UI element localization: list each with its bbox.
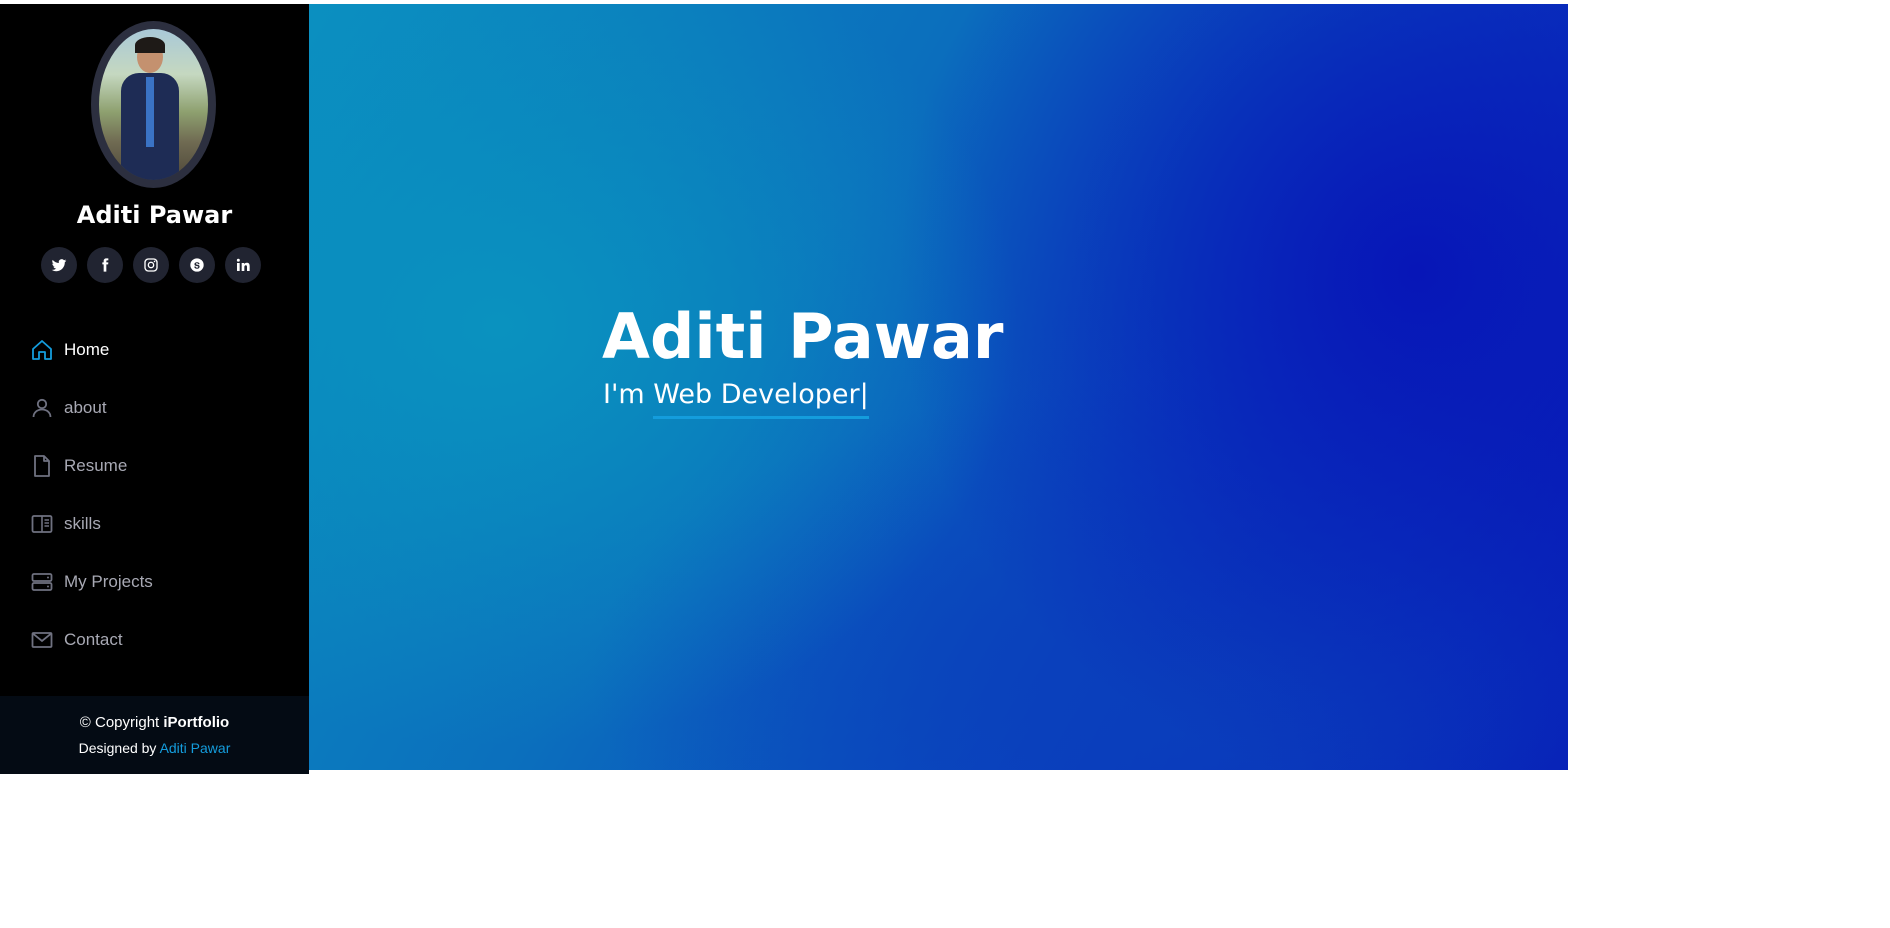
hero-typed-text: Web Developer| — [653, 379, 869, 419]
copyright-text: © Copyright — [79, 714, 160, 731]
nav-label: about — [64, 398, 107, 417]
sidebar-nav: Home about Resume skills My Projects Con… — [30, 321, 153, 669]
nav-item-home[interactable]: Home — [30, 321, 153, 379]
home-icon — [32, 340, 52, 360]
hero-title: Aditi Pawar — [602, 300, 1004, 373]
skype-icon — [190, 258, 204, 272]
linkedin-icon — [236, 258, 250, 271]
profile-photo — [99, 29, 208, 180]
server-icon — [31, 573, 53, 591]
copyright-line: © Copyright iPortfolio — [0, 714, 309, 731]
credits-line: Designed by Aditi Pawar — [0, 740, 309, 756]
instagram-icon — [144, 258, 158, 272]
file-icon — [34, 455, 50, 477]
author-link[interactable]: Aditi Pawar — [160, 740, 231, 756]
linkedin-link[interactable] — [225, 247, 261, 283]
nav-item-resume[interactable]: Resume — [30, 437, 153, 495]
hero-subtitle: I'm Web Developer| — [603, 379, 869, 419]
nav-item-skills[interactable]: skills — [30, 495, 153, 553]
sidebar: Aditi Pawar Home about Resume skills My … — [0, 4, 309, 774]
nav-label: Resume — [64, 456, 128, 475]
sidebar-footer: © Copyright iPortfolio Designed by Aditi… — [0, 696, 309, 774]
nav-label: skills — [64, 514, 101, 533]
twitter-link[interactable] — [41, 247, 77, 283]
nav-label: Home — [64, 340, 110, 359]
social-links — [41, 247, 261, 283]
nav-item-my-projects[interactable]: My Projects — [30, 553, 153, 611]
designed-by-text: Designed by — [78, 740, 157, 756]
typed-cursor: | — [859, 379, 869, 410]
nav-label: Contact — [64, 630, 123, 649]
typed-role: Web Developer — [653, 379, 860, 410]
envelope-icon — [31, 632, 53, 648]
nav-item-contact[interactable]: Contact — [30, 611, 153, 669]
sidebar-profile-name: Aditi Pawar — [76, 201, 233, 229]
nav-label: My Projects — [64, 572, 153, 591]
page-margin — [1568, 0, 1890, 928]
hero-section: Aditi Pawar I'm Web Developer| — [309, 4, 1568, 770]
book-icon — [31, 515, 53, 533]
brand-name: iPortfolio — [163, 714, 230, 731]
facebook-link[interactable] — [87, 247, 123, 283]
nav-item-about[interactable]: about — [30, 379, 153, 437]
instagram-link[interactable] — [133, 247, 169, 283]
person-icon — [32, 398, 52, 418]
profile-avatar — [91, 21, 216, 188]
hero-prefix: I'm — [603, 379, 645, 410]
facebook-icon — [102, 258, 109, 272]
skype-link[interactable] — [179, 247, 215, 283]
twitter-icon — [51, 259, 67, 272]
